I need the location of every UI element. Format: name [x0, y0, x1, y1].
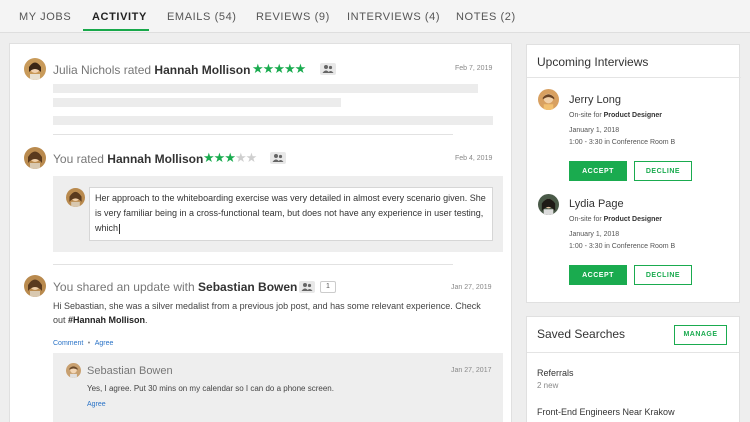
activity-feed: Julia Nichols rated Hannah Mollison ★★★★…: [9, 43, 512, 422]
star-icon: ★: [273, 61, 285, 76]
text-caret: [119, 223, 121, 234]
panel-divider: [527, 352, 739, 353]
star-icon: ★: [283, 61, 296, 76]
recipient-name[interactable]: Sebastian Bowen: [198, 280, 297, 294]
interviewee-name[interactable]: Lydia Page: [569, 198, 624, 210]
tab-reviews[interactable]: REVIEWS (9): [256, 11, 330, 23]
avatar: [538, 194, 559, 215]
saved-searches-panel: Saved Searches MANAGE Referrals 2 new Fr…: [526, 316, 740, 422]
star-icon: ★: [245, 150, 258, 165]
activity-date: Feb 7, 2019: [455, 65, 493, 72]
candidate-name[interactable]: Hannah Mollison: [107, 152, 203, 166]
activity-headline: Julia Nichols rated Hannah Mollison: [53, 63, 250, 77]
rating-stars: ★★★★★: [203, 150, 258, 166]
tab-emails[interactable]: EMAILS (54): [167, 11, 237, 23]
share-people-icon[interactable]: [320, 63, 336, 75]
avatar: [538, 89, 559, 110]
panel-title: Upcoming Interviews: [537, 55, 649, 69]
star-icon: ★: [234, 150, 247, 165]
tab-activity[interactable]: ACTIVITY: [92, 11, 147, 23]
tab-my-jobs[interactable]: MY JOBS: [19, 11, 71, 23]
activity-headline: You rated Hannah Mollison: [53, 152, 203, 166]
review-textarea[interactable]: Her approach to the whiteboarding exerci…: [89, 187, 493, 241]
avatar: [24, 58, 46, 80]
placeholder-line: [53, 98, 341, 107]
mention-suffix: .: [145, 315, 148, 325]
reply-date: Jan 27, 2017: [451, 367, 492, 374]
share-people-icon[interactable]: [299, 281, 315, 293]
action-separator: •: [87, 340, 91, 347]
interview-date: January 1, 2018: [569, 127, 620, 134]
comment-link[interactable]: Comment: [53, 340, 83, 347]
share-people-icon[interactable]: [270, 152, 286, 164]
saved-search-name[interactable]: Referrals: [537, 368, 574, 378]
accept-button[interactable]: ACCEPT: [569, 265, 627, 285]
candidate-name[interactable]: Hannah Mollison: [154, 63, 250, 77]
manage-button[interactable]: MANAGE: [674, 325, 727, 345]
panel-title: Saved Searches: [537, 327, 626, 341]
agree-link[interactable]: Agree: [95, 340, 114, 347]
reply-author[interactable]: Sebastian Bowen: [87, 365, 173, 377]
actor-name[interactable]: Julia Nichols: [53, 63, 120, 77]
interview-role: Product Designer: [603, 216, 662, 223]
avatar: [66, 363, 81, 378]
interview-time: 1:00 - 3:30 in Conference Room B: [569, 243, 676, 250]
decline-button[interactable]: DECLINE: [634, 265, 692, 285]
activity-date: Feb 4, 2019: [455, 155, 493, 162]
activity-date: Jan 27, 2019: [451, 284, 492, 291]
star-icon: ★: [203, 150, 215, 165]
activity-prefix: You shared an update with: [53, 280, 195, 294]
avatar: [24, 275, 46, 297]
reply-text: Yes, I agree. Put 30 mins on my calendar…: [87, 384, 334, 393]
tab-notes[interactable]: NOTES (2): [456, 11, 516, 23]
star-icon: ★: [294, 61, 307, 76]
feed-divider: [53, 134, 453, 135]
candidate-mention[interactable]: #Hannah Mollison: [68, 315, 145, 325]
star-icon: ★: [213, 150, 226, 165]
star-icon: ★: [262, 61, 275, 76]
accept-button[interactable]: ACCEPT: [569, 161, 627, 181]
interview-role: Product Designer: [603, 112, 662, 119]
interview-time: 1:00 - 3:30 in Conference Room B: [569, 139, 676, 146]
star-icon: ★: [252, 61, 264, 76]
avatar: [66, 188, 85, 207]
review-text: Her approach to the whiteboarding exerci…: [95, 193, 486, 233]
upcoming-interviews-panel: Upcoming Interviews Jerry Long On-site f…: [526, 44, 741, 303]
decline-button[interactable]: DECLINE: [634, 161, 692, 181]
interviewee-name[interactable]: Jerry Long: [569, 94, 621, 106]
saved-search-name[interactable]: Front-End Engineers Near Krakow: [537, 407, 675, 417]
interview-type: On-site for Product Designer: [569, 216, 662, 223]
actor-name: You: [53, 152, 74, 166]
panel-divider: [527, 77, 741, 78]
activity-verb: rated: [123, 63, 152, 77]
activity-verb: rated: [76, 152, 104, 166]
star-icon: ★: [224, 150, 236, 165]
avatar: [24, 147, 46, 169]
rating-stars: ★★★★★: [252, 61, 307, 77]
feed-divider: [53, 264, 453, 265]
top-navigation: MY JOBS ACTIVITY EMAILS (54) REVIEWS (9)…: [0, 0, 750, 33]
update-body: Hi Sebastian, she was a silver medalist …: [53, 299, 493, 327]
active-tab-indicator: [83, 29, 149, 31]
placeholder-line: [53, 116, 493, 125]
saved-search-count: 2 new: [537, 381, 559, 390]
update-actions: Comment • Agree: [53, 332, 113, 350]
interview-date: January 1, 2018: [569, 231, 620, 238]
share-count-badge: 1: [320, 281, 336, 293]
activity-headline: You shared an update with Sebastian Bowe…: [53, 280, 297, 294]
reply-agree-link[interactable]: Agree: [87, 401, 106, 408]
placeholder-line: [53, 84, 478, 93]
tab-interviews[interactable]: INTERVIEWS (4): [347, 11, 440, 23]
interview-type: On-site for Product Designer: [569, 112, 662, 119]
